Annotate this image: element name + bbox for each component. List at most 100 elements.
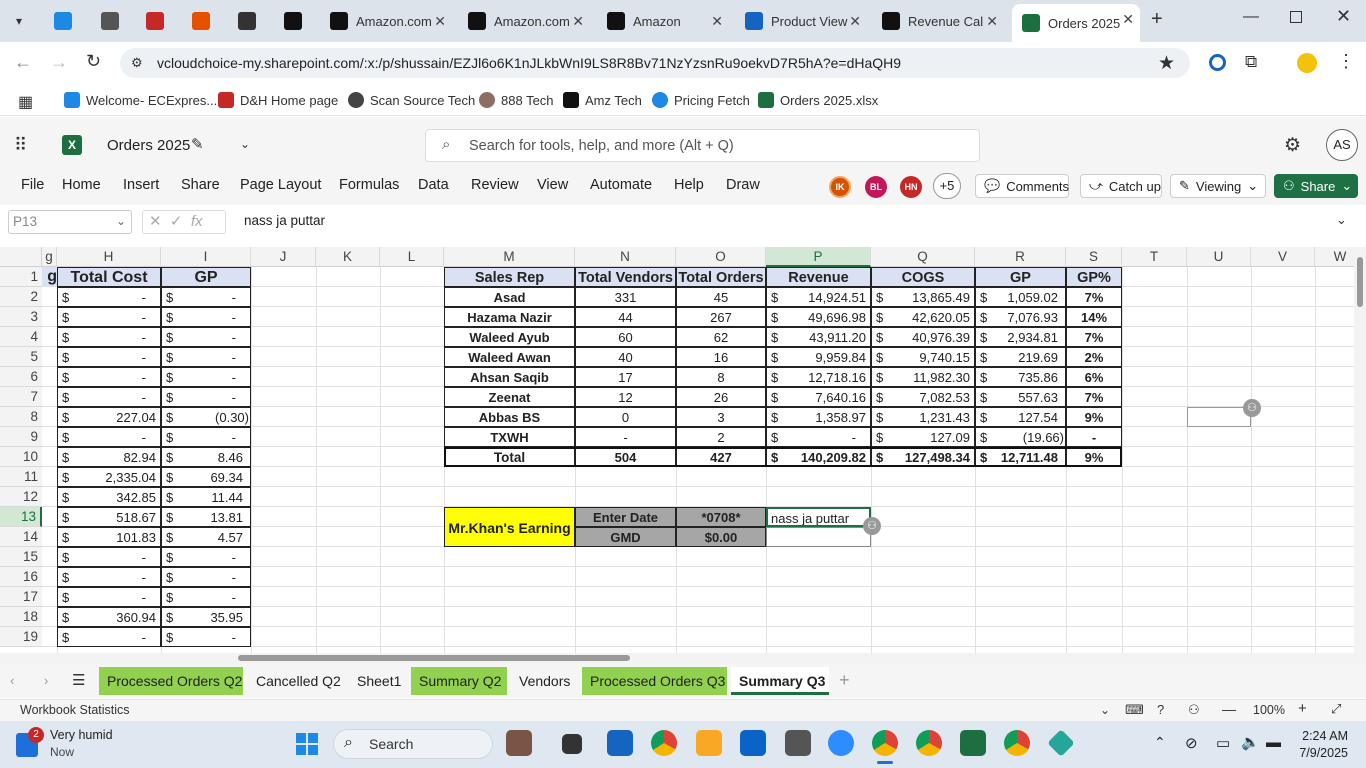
row-header[interactable]: 5 [0,347,42,367]
total-cost-cell[interactable]: $ - [57,327,161,347]
total-orders-cell[interactable]: 45 [676,287,766,307]
sheet-tab[interactable]: Summary Q2 [411,667,507,695]
cell-g-marker[interactable] [50,427,57,447]
viewing-button[interactable]: ✎ Viewing ⌄ [1170,174,1266,198]
more-collaborators[interactable]: +5 [933,173,961,199]
gp-cell[interactable]: $8.46 [161,447,251,467]
revenue-cell[interactable]: $14,924.51 [766,287,871,307]
gp-cell[interactable]: $ (0.30) [161,407,251,427]
fullscreen-icon[interactable]: ⤢ [1331,701,1341,717]
menu-formulas[interactable]: Formulas [339,177,399,193]
total-vendors-cell[interactable]: 0 [575,407,676,427]
column-header[interactable]: H [57,247,161,267]
cell-g-marker[interactable] [50,287,57,307]
cogs-cell[interactable]: $1,231.43 [871,407,975,427]
column-header[interactable]: U [1187,247,1251,267]
maximize-icon[interactable] [1290,11,1302,23]
collaborator-hn[interactable]: HN [900,176,922,198]
close-tab-icon[interactable]: ✕ [986,13,998,30]
row-header[interactable]: 9 [0,427,42,447]
menu-view[interactable]: View [537,177,568,193]
collaborator-ik[interactable]: IK [829,176,851,198]
header-total-cost[interactable]: Total Cost [57,267,161,287]
prev-sheet-icon[interactable]: ‹ [10,673,14,688]
gp-cell[interactable]: $11.44 [161,487,251,507]
help-icon[interactable]: ? [1157,702,1164,717]
doc-title[interactable]: Orders 2025 [107,137,190,154]
revenue-cell[interactable]: $7,640.16 [766,387,871,407]
cogs-cell[interactable]: $7,082.53 [871,387,975,407]
column-header[interactable]: R [975,247,1066,267]
tab-search-button[interactable]: ▾ [8,10,30,32]
sheet-grid[interactable]: g Total Cost GP $ - $ - $ - $ - $ - $ - $ - $ - $ - $ - $ - $ - $22… [42,267,1354,653]
gp-cell[interactable]: $69.34 [161,467,251,487]
taskbar-search[interactable]: ⌕ Search [333,729,493,759]
horizontal-scrollbar[interactable] [0,653,1366,664]
gp-cell[interactable]: $ - [161,567,251,587]
back-icon[interactable]: ← [14,52,32,73]
gp-cell[interactable]: $ - [161,287,251,307]
formula-expand-icon[interactable]: ⌄ [1336,212,1347,228]
column-header[interactable]: V [1251,247,1315,267]
total-cost-cell[interactable]: $ - [57,567,161,587]
chrome-user-icon[interactable] [1004,730,1030,756]
active-cell-p13[interactable]: nass ja puttar [766,507,871,527]
vertical-scrollbar[interactable] [1354,247,1366,653]
sheet-tab[interactable]: Processed Orders Q2 [99,667,243,695]
total-vendors-cell[interactable]: 12 [575,387,676,407]
gp-percent-cell[interactable]: 14% [1066,307,1122,327]
bookmark-888[interactable]: 888 Tech [479,92,554,108]
summary-header[interactable]: Total Orders [676,267,766,287]
sales-rep-cell[interactable]: Ahsan Saqib [444,367,575,387]
revenue-cell[interactable]: $ - [766,427,871,447]
total-vendors-cell[interactable]: 331 [575,287,676,307]
row-header[interactable]: 16 [0,567,42,587]
chocolate-app-icon[interactable] [506,730,532,756]
enter-date-label[interactable]: Enter Date [575,507,676,527]
column-header[interactable]: T [1122,247,1187,267]
total-cost-cell[interactable]: $342.85 [57,487,161,507]
summary-header[interactable]: GP% [1066,267,1122,287]
row-header[interactable]: 10 [0,447,42,467]
cell-g-marker[interactable] [50,587,57,607]
total-orders-cell[interactable]: 2 [676,427,766,447]
summary-gp-cell[interactable]: $1,059.02 [975,287,1066,307]
close-tab-icon[interactable]: ✕ [711,13,723,30]
browser-tab[interactable] [48,6,78,36]
cell-g-marker[interactable] [50,367,57,387]
browser-tab[interactable]: Amazon ✕ [597,6,729,36]
next-sheet-icon[interactable]: › [44,673,48,688]
column-header[interactable]: S [1066,247,1122,267]
feedback-icon[interactable]: ⚇ [1188,702,1200,718]
row-header[interactable]: 11 [0,467,42,487]
select-all-corner[interactable] [0,247,42,267]
display-icon[interactable]: ▭ [1216,734,1230,752]
browser-menu-icon[interactable]: ⋮ [1337,51,1355,72]
bookmark-ecexpress[interactable]: Welcome- ECExpres... [64,92,217,108]
total-cost-cell[interactable]: $ - [57,307,161,327]
summary-header[interactable]: Total Vendors [575,267,676,287]
clock-time[interactable]: 2:24 AM [1298,729,1348,743]
summary-gp-cell[interactable]: $557.63 [975,387,1066,407]
total-vendors-cell[interactable]: 44 [575,307,676,327]
cell-g-marker[interactable] [50,527,57,547]
row-header[interactable]: 19 [0,627,42,647]
revenue-cell[interactable]: $12,718.16 [766,367,871,387]
gp-percent-cell[interactable]: 7% [1066,287,1122,307]
menu-data[interactable]: Data [418,177,449,193]
add-sheet-icon[interactable]: + [839,670,850,691]
zoom-in-icon[interactable]: + [1298,700,1307,717]
column-header[interactable]: O [676,247,766,267]
summary-gp-cell[interactable]: $735.86 [975,367,1066,387]
zoom-level[interactable]: 100% [1253,703,1285,717]
sheet-tab[interactable]: Processed Orders Q3 [582,667,727,695]
tools-search-placeholder[interactable]: Search for tools, help, and more (Alt + … [469,138,734,154]
total-cost-cell[interactable]: $ - [57,347,161,367]
apps-grid-icon[interactable]: ▦ [18,92,33,112]
gp-percent-cell[interactable]: - [1066,427,1122,447]
bookmark-scansource[interactable]: Scan Source Tech [348,92,475,108]
gp-percent-cell[interactable]: 7% [1066,387,1122,407]
excel-taskbar-icon[interactable] [960,730,986,756]
browser-tab[interactable]: Product View ✕ [735,6,867,36]
total-cost-cell[interactable]: $ - [57,387,161,407]
